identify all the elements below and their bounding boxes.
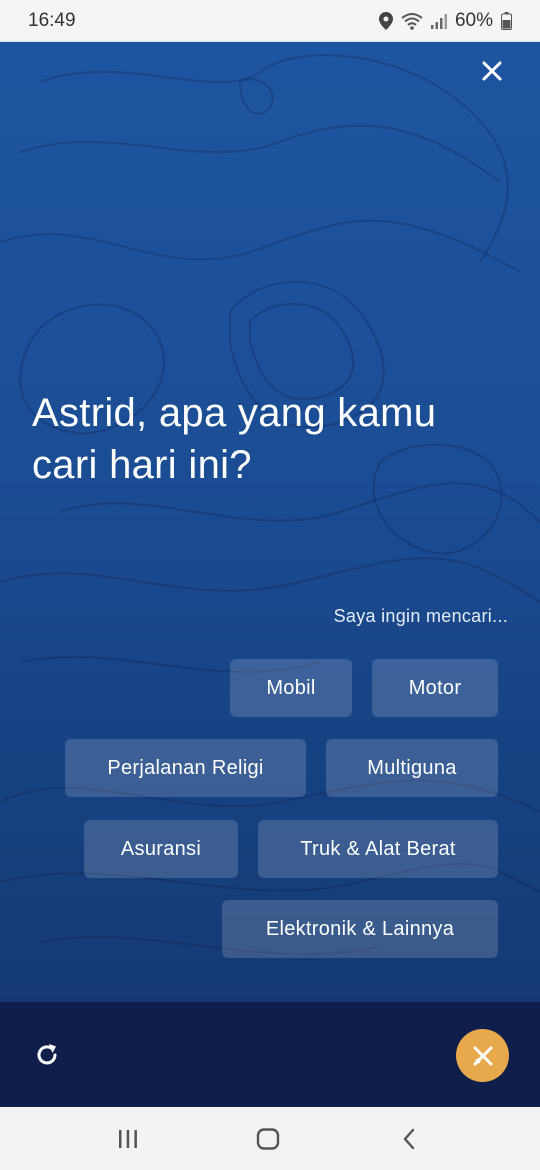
location-icon <box>378 11 393 30</box>
battery-percent: 60% <box>454 9 493 31</box>
option-motor[interactable]: Motor <box>372 659 498 717</box>
status-bar: 16:49 60% <box>0 0 540 42</box>
refresh-icon <box>37 1044 57 1065</box>
home-icon <box>256 1128 280 1150</box>
close-icon <box>482 61 502 81</box>
wifi-icon <box>401 12 423 30</box>
signal-icon <box>430 13 447 29</box>
option-perjalanan-religi[interactable]: Perjalanan Religi <box>65 739 306 797</box>
refresh-button[interactable] <box>34 1042 60 1068</box>
page-title: Astrid, apa yang kamu cari hari ini? <box>32 391 437 487</box>
search-intent-hero: Astrid, apa yang kamu cari hari ini? Say… <box>0 42 540 1002</box>
search-prompt: Saya ingin mencari... <box>333 606 508 626</box>
status-time: 16:49 <box>28 9 76 31</box>
close-button[interactable] <box>478 57 506 85</box>
option-elektronik-lainnya[interactable]: Elektronik & Lainnya <box>222 900 498 958</box>
status-icons: 60% <box>378 9 512 32</box>
option-mobil[interactable]: Mobil <box>230 659 352 717</box>
recent-apps-button[interactable] <box>113 1127 143 1151</box>
close-tools-icon <box>473 1046 492 1065</box>
recent-apps-icon <box>119 1130 137 1148</box>
close-tools-button[interactable] <box>456 1029 509 1082</box>
option-asuransi[interactable]: Asuransi <box>84 820 238 878</box>
option-multiguna[interactable]: Multiguna <box>326 739 498 797</box>
battery-icon <box>501 11 512 30</box>
bottom-action-bar <box>0 1002 540 1107</box>
option-truk-alat-berat[interactable]: Truk & Alat Berat <box>258 820 498 878</box>
back-icon <box>403 1128 415 1150</box>
back-button[interactable] <box>394 1127 424 1151</box>
home-button[interactable] <box>253 1127 283 1151</box>
system-nav-bar <box>0 1107 540 1170</box>
